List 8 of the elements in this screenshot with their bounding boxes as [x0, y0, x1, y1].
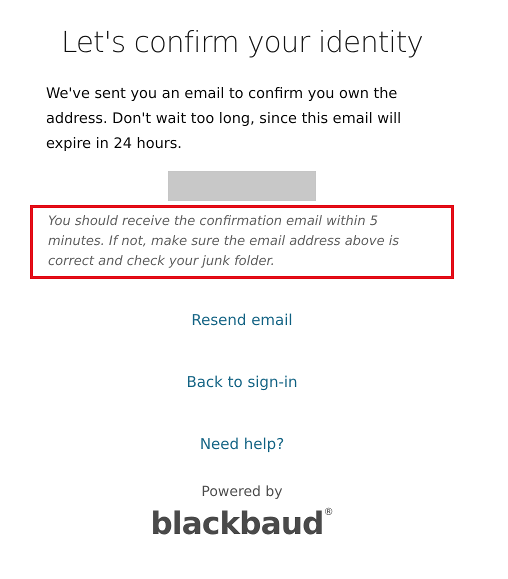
- text-link[interactable]: Resend email: [191, 309, 293, 332]
- text-link[interactable]: Back to sign-in: [186, 371, 298, 394]
- page-title: Let's confirm your identity: [61, 24, 423, 61]
- text-link[interactable]: Need help?: [200, 433, 284, 456]
- message-text: We've sent you an email to confirm you own the address. Don't wait too long, since this email will expire in 24 hours.: [45, 85, 402, 154]
- info-note: You should receive the confirmation email within 5 minutes. If not, make sure the email address above is correct and check your junk folder.: [30, 205, 454, 279]
- blackbaud-logo: blackbaud®: [150, 505, 334, 543]
- powered-by-text: Powered by: [201, 483, 283, 502]
